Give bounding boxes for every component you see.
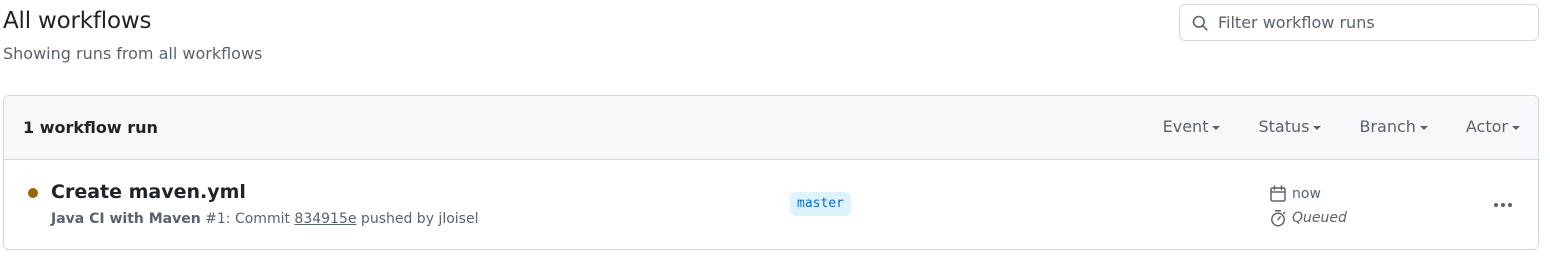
kebab-horizontal-icon[interactable] — [1488, 194, 1518, 216]
filter-workflow-runs-field[interactable] — [1179, 4, 1539, 41]
status-filter-label: Status — [1258, 117, 1310, 136]
run-number: #1 — [205, 211, 226, 227]
dot — [1494, 203, 1498, 207]
page-subtitle: Showing runs from all workflows — [3, 44, 263, 63]
workflow-run-meta: Java CI with Maven #1: Commit 834915e pu… — [51, 211, 478, 227]
workflow-runs-filters: Event Status Branch Actor — [1163, 117, 1520, 136]
commit-prefix: : Commit — [225, 211, 295, 227]
workflow-run-row[interactable] — [4, 160, 1538, 249]
filter-workflow-runs-input[interactable] — [1180, 5, 1538, 40]
branch-filter-dropdown[interactable]: Branch — [1359, 117, 1428, 136]
event-filter-dropdown[interactable]: Event — [1163, 117, 1221, 136]
status-filter-dropdown[interactable]: Status — [1258, 117, 1322, 136]
chevron-down-icon — [1313, 126, 1322, 130]
search-icon — [1192, 15, 1208, 31]
run-time: now — [1269, 185, 1321, 203]
actor-filter-dropdown[interactable]: Actor — [1466, 117, 1520, 136]
actor-filter-label: Actor — [1465, 117, 1508, 136]
stopwatch-icon — [1271, 210, 1286, 227]
dot — [1501, 203, 1505, 207]
dot — [1508, 203, 1512, 207]
run-duration: Queued — [1269, 209, 1347, 227]
chevron-down-icon — [1212, 126, 1221, 130]
workflow-name: Java CI with Maven — [51, 211, 201, 227]
workflow-runs-header: 1 workflow run Event Status Branch Actor — [4, 96, 1538, 160]
queued-status-icon — [28, 188, 38, 198]
chevron-down-icon — [1512, 126, 1520, 130]
branch-filter-label: Branch — [1359, 117, 1416, 136]
event-filter-label: Event — [1162, 117, 1209, 136]
workflow-runs-count: 1 workflow run — [23, 118, 158, 137]
page-title: All workflows — [3, 8, 152, 34]
workflow-run-title-link[interactable]: Create maven.yml — [51, 181, 246, 203]
commit-sha-link[interactable]: 834915e — [294, 211, 356, 227]
pushed-by-text: pushed by jloisel — [356, 211, 479, 227]
run-duration-label: Queued — [1292, 210, 1347, 226]
branch-label[interactable]: master — [790, 192, 851, 216]
chevron-down-icon — [1419, 126, 1428, 130]
calendar-icon — [1270, 185, 1286, 202]
run-time-label: now — [1292, 186, 1321, 202]
